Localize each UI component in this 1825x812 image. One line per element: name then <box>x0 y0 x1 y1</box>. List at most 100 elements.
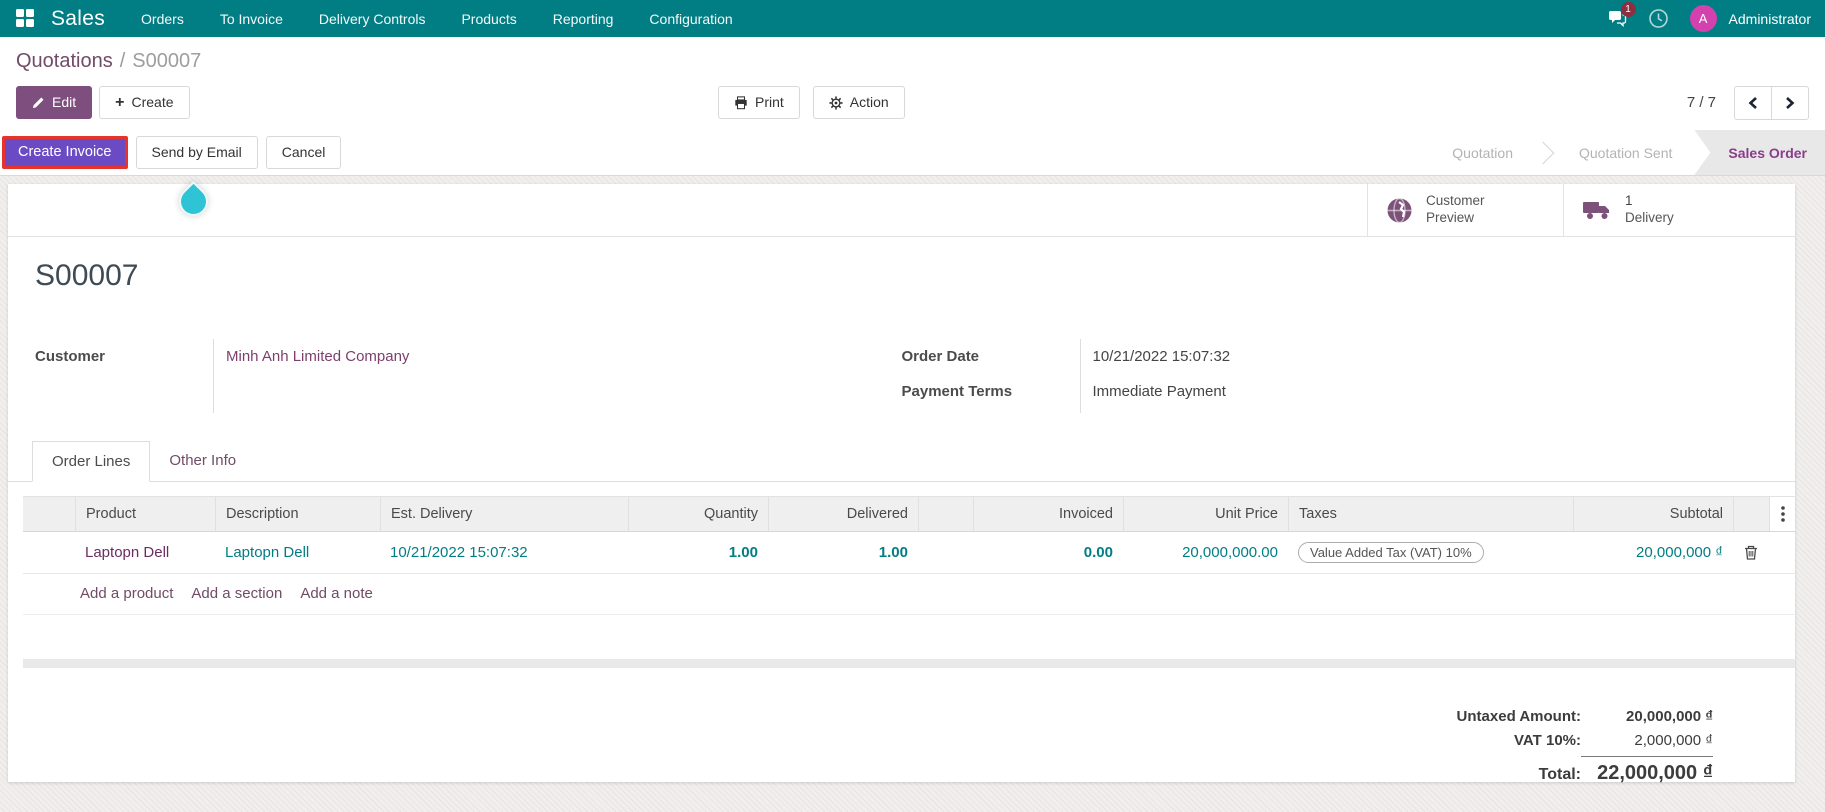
menu-delivery-controls[interactable]: Delivery Controls <box>319 11 426 27</box>
menu-products[interactable]: Products <box>461 11 516 27</box>
form-sheet: Customer Preview 1 Delivery S00007 Custo… <box>8 184 1795 785</box>
cancel-button[interactable]: Cancel <box>265 136 342 169</box>
taxes-cell: Value Added Tax (VAT) 10% <box>1288 532 1573 573</box>
payment-terms-label: Payment Terms <box>901 383 1013 400</box>
activity-clock-icon[interactable] <box>1648 8 1670 30</box>
statusbar: Create Invoice Send by Email Cancel Quot… <box>0 130 1825 176</box>
untaxed-amount-value: 20,000,000 ₫ <box>1626 708 1713 725</box>
table-header-row: Product Description Est. Delivery Quanti… <box>23 496 1795 532</box>
menu-reporting[interactable]: Reporting <box>553 11 614 27</box>
optional-columns-icon[interactable] <box>1769 497 1795 531</box>
menu-configuration[interactable]: Configuration <box>649 11 732 27</box>
total-value: 22,000,000 ₫ <box>1597 762 1713 784</box>
totals-block: Untaxed Amount: 20,000,000 ₫ VAT 10%: 2,… <box>1457 708 1713 785</box>
add-note-link[interactable]: Add a note <box>300 585 373 602</box>
send-by-email-button[interactable]: Send by Email <box>135 136 258 169</box>
quantity-cell: 1.00 <box>728 544 758 561</box>
left-field-group: Customer Minh Anh Limited Company <box>35 339 902 413</box>
product-cell: Laptopn Dell <box>85 544 170 561</box>
main-menu: Orders To Invoice Delivery Controls Prod… <box>141 11 733 27</box>
messages-icon[interactable]: 1 <box>1606 1 1636 30</box>
list-footer-band <box>23 659 1795 668</box>
user-avatar[interactable]: A <box>1689 5 1717 32</box>
col-quantity[interactable]: Quantity <box>628 497 768 531</box>
customer-preview-button[interactable]: Customer Preview <box>1367 184 1563 236</box>
breadcrumb: Quotations / S00007 <box>0 37 1825 81</box>
invoiced-cell: 0.00 <box>1083 544 1113 561</box>
truck-icon <box>1583 202 1609 219</box>
tax-pill: Value Added Tax (VAT) 10% <box>1298 542 1484 563</box>
stage-sales-order[interactable]: Sales Order <box>1694 130 1825 175</box>
record-title: S00007 <box>35 259 139 292</box>
navbar-right: 1 A Administrator <box>1606 1 1811 32</box>
print-action-buttons: Print Action <box>718 86 905 119</box>
action-button[interactable]: Action <box>812 86 905 119</box>
row-handle-header <box>23 497 75 531</box>
col-product[interactable]: Product <box>75 497 215 531</box>
description-cell: Laptopn Dell <box>225 544 310 561</box>
breadcrumb-current: S00007 <box>132 50 202 72</box>
print-button[interactable]: Print <box>718 86 800 119</box>
delivery-label: Delivery <box>1625 210 1674 225</box>
pager-next-button[interactable] <box>1771 85 1809 120</box>
add-section-link[interactable]: Add a section <box>191 585 282 602</box>
col-description[interactable]: Description <box>215 497 380 531</box>
delivered-cell: 1.00 <box>878 544 908 561</box>
notebook-tabs: Order Lines Other Info <box>8 441 1795 482</box>
apps-grid-icon[interactable] <box>16 9 35 28</box>
spacer-cell <box>918 532 973 573</box>
col-invoiced[interactable]: Invoiced <box>973 497 1123 531</box>
message-badge: 1 <box>1620 1 1636 17</box>
tab-order-lines[interactable]: Order Lines <box>32 441 151 482</box>
app-name[interactable]: Sales <box>51 7 105 31</box>
create-button[interactable]: + Create <box>99 86 190 119</box>
vat-label: VAT 10%: <box>1514 732 1581 749</box>
printer-icon <box>735 95 747 109</box>
add-product-link[interactable]: Add a product <box>80 585 173 602</box>
menu-to-invoice[interactable]: To Invoice <box>220 11 283 27</box>
pager-prev-button[interactable] <box>1734 85 1772 120</box>
col-delete-header <box>1733 497 1769 531</box>
create-invoice-button[interactable]: Create Invoice <box>2 136 128 169</box>
control-panel: Edit + Create Print Action 7 / 7 <box>0 81 1825 130</box>
customer-link[interactable]: Minh Anh Limited Company <box>226 348 409 365</box>
col-est-delivery[interactable]: Est. Delivery <box>380 497 628 531</box>
col-subtotal[interactable]: Subtotal <box>1573 497 1733 531</box>
gear-icon <box>829 95 843 110</box>
table-row[interactable]: Laptopn Dell Laptopn Dell 10/21/2022 15:… <box>23 532 1795 574</box>
globe-icon <box>1387 197 1412 223</box>
col-spacer <box>918 497 973 531</box>
payment-terms-value: Immediate Payment <box>1092 383 1226 400</box>
pager: 7 / 7 <box>1687 85 1809 120</box>
stage-steps: Quotation Quotation Sent Sales Order <box>1430 130 1825 175</box>
breadcrumb-separator: / <box>119 50 126 72</box>
stage-separator-icon <box>1535 130 1557 175</box>
stat-button-row: Customer Preview 1 Delivery <box>8 184 1795 237</box>
stage-quotation[interactable]: Quotation <box>1430 130 1535 175</box>
plus-icon: + <box>115 94 125 111</box>
user-name[interactable]: Administrator <box>1729 11 1811 27</box>
pencil-icon <box>32 97 44 109</box>
breadcrumb-quotations-link[interactable]: Quotations <box>16 50 113 72</box>
right-field-group: Order Date Payment Terms 10/21/2022 15:0… <box>902 339 1769 413</box>
pager-count[interactable]: 7 / 7 <box>1687 94 1716 111</box>
tab-other-info[interactable]: Other Info <box>150 441 255 482</box>
menu-orders[interactable]: Orders <box>141 11 184 27</box>
delivery-stat-button[interactable]: 1 Delivery <box>1563 184 1795 236</box>
vat-value: 2,000,000 ₫ <box>1634 732 1713 749</box>
col-delivered[interactable]: Delivered <box>768 497 918 531</box>
order-lines-table: Product Description Est. Delivery Quanti… <box>23 496 1795 615</box>
delete-line-icon[interactable] <box>1733 532 1769 573</box>
col-unit-price[interactable]: Unit Price <box>1123 497 1288 531</box>
stage-quotation-sent[interactable]: Quotation Sent <box>1557 130 1694 175</box>
totals-divider <box>1581 756 1713 757</box>
form-content-area: Customer Preview 1 Delivery S00007 Custo… <box>0 176 1825 812</box>
row-handle <box>23 532 75 573</box>
order-date-label: Order Date <box>901 348 980 365</box>
chevron-right-icon <box>1786 96 1795 109</box>
col-taxes[interactable]: Taxes <box>1288 497 1573 531</box>
edit-button[interactable]: Edit <box>16 86 93 119</box>
pager-buttons <box>1734 85 1809 120</box>
untaxed-amount-label: Untaxed Amount: <box>1456 708 1581 725</box>
add-links-row: Add a product Add a section Add a note <box>23 574 1795 615</box>
